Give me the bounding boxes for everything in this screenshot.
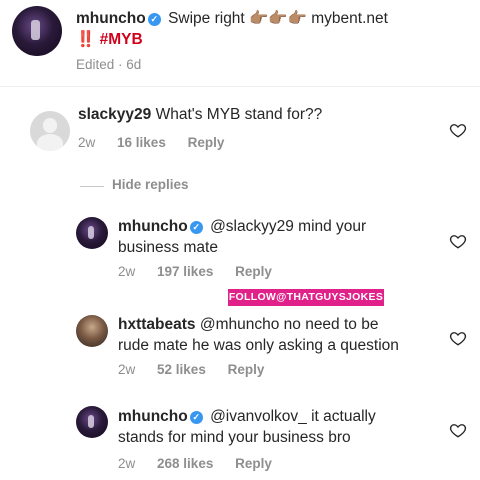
comment-likes[interactable]: 52 likes bbox=[157, 362, 206, 377]
verified-badge-icon: ✓ bbox=[189, 221, 203, 234]
comment-time: 2w bbox=[118, 456, 136, 471]
avatar[interactable] bbox=[76, 217, 108, 249]
comment-text: hxttabeats @mhuncho no need to be rude m… bbox=[118, 314, 448, 356]
comment-username[interactable]: mhuncho bbox=[118, 218, 188, 235]
reply-button[interactable]: Reply bbox=[235, 264, 272, 279]
comment-likes[interactable]: 16 likes bbox=[117, 135, 166, 150]
caption-line-1: Swipe right 👉🏽👉🏽👉🏽 mybent.net bbox=[168, 10, 388, 27]
comment-meta: 2w 16 likes Reply bbox=[78, 135, 242, 150]
avatar[interactable] bbox=[76, 406, 108, 438]
comment-meta: 2w 197 likes Reply bbox=[118, 264, 290, 279]
comment-username[interactable]: slackyy29 bbox=[78, 106, 151, 123]
heart-icon[interactable] bbox=[449, 421, 467, 439]
divider bbox=[0, 86, 480, 87]
hide-replies-button[interactable]: Hide replies bbox=[112, 177, 189, 192]
comment-username[interactable]: mhuncho bbox=[118, 408, 188, 425]
post-author-avatar[interactable] bbox=[12, 6, 62, 56]
heart-icon[interactable] bbox=[449, 232, 467, 250]
heart-icon[interactable] bbox=[449, 329, 467, 347]
comment-meta: 2w 268 likes Reply bbox=[118, 456, 290, 471]
comment-text: mhuncho ✓ @slackyy29 mind your business m… bbox=[118, 216, 438, 258]
comment-likes[interactable]: 197 likes bbox=[157, 264, 213, 279]
reply-button[interactable]: Reply bbox=[228, 362, 265, 377]
avatar[interactable] bbox=[76, 315, 108, 347]
watermark-label: FOLLOW@THATGUYSJOKES bbox=[228, 289, 384, 306]
verified-badge-icon: ✓ bbox=[147, 13, 161, 26]
comment-meta: 2w 52 likes Reply bbox=[118, 362, 282, 377]
comment-time: 2w bbox=[78, 135, 96, 150]
comment-username[interactable]: hxttabeats bbox=[118, 316, 196, 333]
post-author-username[interactable]: mhuncho bbox=[76, 10, 146, 27]
comment-body-continued: business mate bbox=[118, 239, 218, 256]
comment-time: 2w bbox=[118, 362, 136, 377]
comment-text: mhuncho ✓ @ivanvolkov_ it actually stands… bbox=[118, 406, 448, 448]
comment-body: @slackyy29 mind your bbox=[210, 218, 367, 235]
verified-badge-icon: ✓ bbox=[189, 411, 203, 424]
post-caption: mhuncho ✓ Swipe right 👉🏽👉🏽👉🏽 mybent.net ‼… bbox=[76, 8, 471, 50]
default-avatar-icon[interactable] bbox=[30, 111, 70, 151]
hide-replies-line bbox=[80, 186, 104, 187]
comment-body: What's MYB stand for?? bbox=[155, 106, 323, 123]
comment-body-continued: stands for mind your business bro bbox=[118, 429, 351, 446]
comment-body: @ivanvolkov_ it actually bbox=[210, 408, 376, 425]
heart-icon[interactable] bbox=[449, 121, 467, 139]
caption-line-2: ‼️ #MYB bbox=[76, 31, 143, 48]
comment-body: @mhuncho no need to be bbox=[199, 316, 379, 333]
comment-body-continued: rude mate he was only asking a question bbox=[118, 337, 399, 354]
reply-button[interactable]: Reply bbox=[188, 135, 225, 150]
post-edited-time: Edited · 6d bbox=[76, 57, 142, 72]
comment-likes[interactable]: 268 likes bbox=[157, 456, 213, 471]
comment-text: slackyy29 What's MYB stand for?? bbox=[78, 104, 438, 125]
reply-button[interactable]: Reply bbox=[235, 456, 272, 471]
comment-time: 2w bbox=[118, 264, 136, 279]
